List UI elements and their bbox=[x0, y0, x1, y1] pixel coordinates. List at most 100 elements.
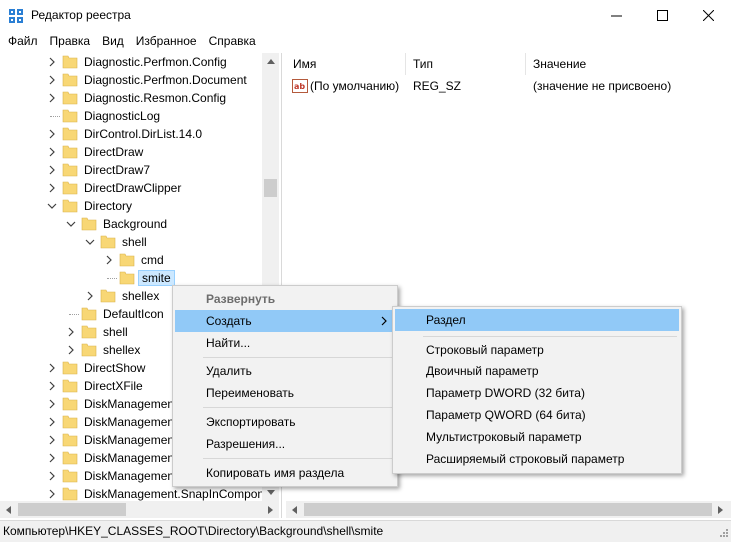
menu-item-new-key[interactable]: Раздел bbox=[395, 309, 679, 331]
scroll-thumb[interactable] bbox=[304, 503, 712, 516]
status-path: Компьютер\HKEY_CLASSES_ROOT\Directory\Ba… bbox=[3, 524, 384, 538]
chevron-right-icon[interactable] bbox=[46, 74, 58, 86]
menu-item-dword-value[interactable]: Параметр DWORD (32 бита) bbox=[395, 382, 679, 404]
column-divider[interactable] bbox=[525, 53, 526, 75]
chevron-right-icon[interactable] bbox=[46, 416, 58, 428]
value-type: REG_SZ bbox=[413, 79, 462, 93]
tree-item-label: cmd bbox=[141, 253, 164, 267]
chevron-right-icon[interactable] bbox=[46, 398, 58, 410]
tree-item[interactable]: Diagnostic.Perfmon.Document bbox=[0, 71, 262, 89]
menu-item-export[interactable]: Экспортировать bbox=[175, 411, 395, 433]
title-bar: Редактор реестра bbox=[0, 0, 731, 31]
chevron-down-icon[interactable] bbox=[84, 236, 96, 248]
window-title: Редактор реестра bbox=[31, 8, 131, 22]
regedit-icon bbox=[9, 9, 23, 23]
scroll-thumb[interactable] bbox=[18, 503, 126, 516]
tree-item[interactable]: Background bbox=[0, 215, 262, 233]
chevron-right-icon[interactable] bbox=[46, 488, 58, 500]
scroll-left-arrow-icon[interactable] bbox=[286, 501, 303, 518]
tree-item-label: shellex bbox=[122, 289, 160, 303]
folder-icon bbox=[62, 487, 78, 501]
chevron-right-icon[interactable] bbox=[46, 92, 58, 104]
tree-item[interactable]: cmd bbox=[0, 251, 262, 269]
folder-icon bbox=[100, 235, 116, 249]
menu-item-qword-value[interactable]: Параметр QWORD (64 бита) bbox=[395, 404, 679, 426]
tree-item[interactable]: DirectDraw7 bbox=[0, 161, 262, 179]
scroll-thumb[interactable] bbox=[264, 179, 277, 197]
chevron-right-icon[interactable] bbox=[46, 56, 58, 68]
tree-item[interactable]: shell bbox=[0, 233, 262, 251]
chevron-right-icon[interactable] bbox=[46, 146, 58, 158]
chevron-right-icon[interactable] bbox=[46, 434, 58, 446]
folder-icon bbox=[62, 163, 78, 177]
chevron-right-icon[interactable] bbox=[46, 128, 58, 140]
scroll-right-arrow-icon[interactable] bbox=[712, 501, 729, 518]
menu-file[interactable]: Файл bbox=[2, 31, 44, 51]
column-header-name[interactable]: Имя bbox=[293, 53, 316, 75]
list-horizontal-scrollbar[interactable] bbox=[286, 501, 731, 518]
menu-item-string-value[interactable]: Строковый параметр bbox=[395, 339, 679, 361]
menu-item-find[interactable]: Найти... bbox=[175, 332, 395, 354]
menu-item-multi-string-value[interactable]: Мультистроковый параметр bbox=[395, 426, 679, 448]
chevron-right-icon[interactable] bbox=[103, 254, 115, 266]
close-button[interactable] bbox=[685, 0, 731, 31]
tree-item[interactable]: Diagnostic.Resmon.Config bbox=[0, 89, 262, 107]
folder-icon bbox=[62, 181, 78, 195]
menu-separator bbox=[203, 357, 393, 358]
chevron-right-icon[interactable] bbox=[46, 362, 58, 374]
menu-help[interactable]: Справка bbox=[203, 31, 262, 51]
menu-edit[interactable]: Правка bbox=[44, 31, 97, 51]
column-header-type[interactable]: Тип bbox=[413, 53, 433, 75]
chevron-right-icon[interactable] bbox=[65, 326, 77, 338]
chevron-right-icon[interactable] bbox=[46, 452, 58, 464]
menu-item-rename[interactable]: Переименовать bbox=[175, 382, 395, 404]
chevron-right-icon[interactable] bbox=[84, 290, 96, 302]
list-item[interactable]: ab (По умолчанию) REG_SZ (значение не пр… bbox=[286, 77, 731, 95]
chevron-right-icon[interactable] bbox=[46, 182, 58, 194]
menu-item-expandable-string-value[interactable]: Расширяемый строковый параметр bbox=[395, 448, 679, 470]
folder-icon bbox=[62, 109, 78, 123]
chevron-down-icon[interactable] bbox=[46, 200, 58, 212]
menu-favorites[interactable]: Избранное bbox=[130, 31, 203, 51]
menu-item-permissions[interactable]: Разрешения... bbox=[175, 433, 395, 455]
chevron-right-icon[interactable] bbox=[65, 344, 77, 356]
chevron-right-icon[interactable] bbox=[46, 164, 58, 176]
tree-item[interactable]: Diagnostic.Perfmon.Config bbox=[0, 53, 262, 71]
menu-item-copy-key-name[interactable]: Копировать имя раздела bbox=[175, 462, 395, 484]
scroll-up-arrow-icon[interactable] bbox=[262, 53, 279, 70]
minimize-button[interactable] bbox=[593, 0, 639, 31]
menu-item-expand[interactable]: Развернуть bbox=[175, 288, 395, 310]
tree-item[interactable]: DirectDraw bbox=[0, 143, 262, 161]
value-name: (По умолчанию) bbox=[310, 79, 400, 93]
column-divider[interactable] bbox=[405, 53, 406, 75]
menu-item-create[interactable]: Создать bbox=[175, 310, 395, 332]
tree-item-label: DirectDraw7 bbox=[84, 163, 151, 177]
tree-item[interactable]: DiagnosticLog bbox=[0, 107, 262, 125]
tree-item-label: DiagnosticLog bbox=[84, 109, 161, 123]
tree-item-label: DirControl.DirList.14.0 bbox=[84, 127, 203, 141]
chevron-right-icon[interactable] bbox=[46, 470, 58, 482]
string-value-icon: ab bbox=[292, 79, 308, 93]
tree-item[interactable]: DirControl.DirList.14.0 bbox=[0, 125, 262, 143]
tree-connector bbox=[107, 278, 117, 279]
tree-item[interactable]: DirectDrawClipper bbox=[0, 179, 262, 197]
tree-horizontal-scrollbar[interactable] bbox=[0, 501, 279, 518]
scroll-left-arrow-icon[interactable] bbox=[0, 501, 17, 518]
chevron-down-icon[interactable] bbox=[65, 218, 77, 230]
scroll-right-arrow-icon[interactable] bbox=[262, 501, 279, 518]
create-submenu: Раздел Строковый параметр Двоичный парам… bbox=[392, 306, 682, 474]
folder-icon bbox=[62, 55, 78, 69]
menu-item-delete[interactable]: Удалить bbox=[175, 360, 395, 382]
tree-item-label: DirectXFile bbox=[84, 379, 143, 393]
menu-view[interactable]: Вид bbox=[96, 31, 130, 51]
maximize-button[interactable] bbox=[639, 0, 685, 31]
menu-item-binary-value[interactable]: Двоичный параметр bbox=[395, 360, 679, 382]
tree-item-label: smite bbox=[138, 270, 175, 286]
tree-item-label: DirectShow bbox=[84, 361, 146, 375]
tree-item[interactable]: Directory bbox=[0, 197, 262, 215]
chevron-right-icon[interactable] bbox=[46, 380, 58, 392]
column-header-value[interactable]: Значение bbox=[533, 53, 586, 75]
close-icon bbox=[702, 10, 714, 21]
folder-icon bbox=[62, 91, 78, 105]
resize-grip-icon[interactable] bbox=[717, 528, 729, 540]
